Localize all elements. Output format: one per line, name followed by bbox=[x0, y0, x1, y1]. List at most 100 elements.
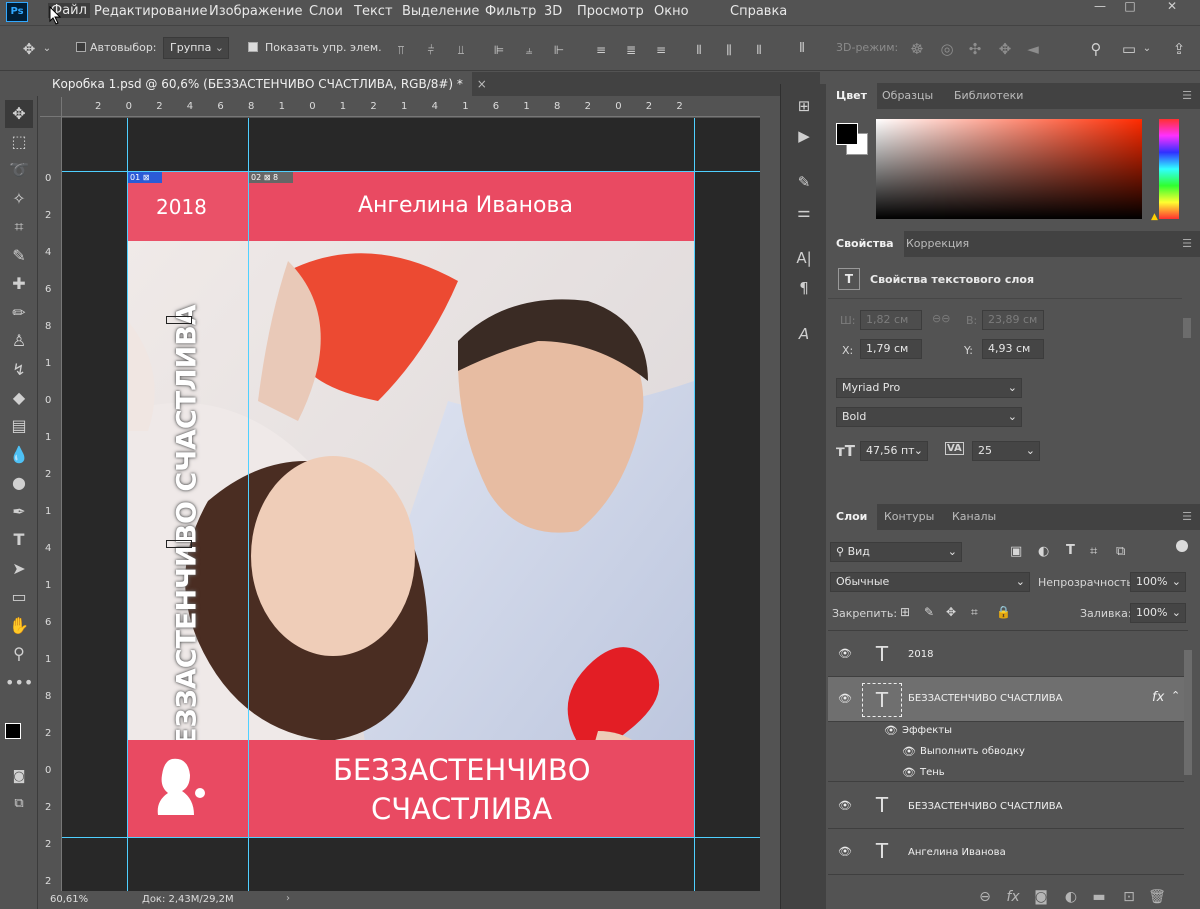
new-layer-icon[interactable]: ⊡ bbox=[1118, 885, 1140, 909]
layer-row-selected[interactable]: 👁 T БЕЗЗАСТЕНЧИВО СЧАСТЛИВА fx ⌃ bbox=[828, 677, 1184, 722]
tab-channels[interactable]: Каналы bbox=[942, 504, 1006, 530]
slide-3d-icon[interactable]: ✥ bbox=[994, 38, 1016, 60]
autoselect-checkbox[interactable] bbox=[76, 42, 86, 52]
color-foreground-swatch[interactable] bbox=[836, 123, 858, 145]
menu-window[interactable]: Окно bbox=[654, 4, 689, 19]
brush-tool-icon[interactable]: ✏ bbox=[5, 299, 33, 327]
tab-layers[interactable]: Слои bbox=[826, 504, 878, 530]
guide-horizontal-top[interactable] bbox=[62, 171, 760, 172]
hand-tool-icon[interactable]: ✋ bbox=[5, 612, 33, 640]
fx-icon[interactable]: fx bbox=[1152, 690, 1164, 705]
link-icon[interactable]: ⊖⊖ bbox=[932, 312, 950, 325]
align-hcenter-icon[interactable]: ⫨ bbox=[518, 39, 540, 61]
menu-3d[interactable]: 3D bbox=[544, 4, 562, 19]
collapse-effects-icon[interactable]: ⌃ bbox=[1171, 689, 1180, 702]
ruler-left[interactable]: 024681012141618202224 bbox=[40, 117, 62, 891]
maximize-button[interactable]: □ bbox=[1112, 0, 1148, 16]
width-field[interactable]: 1,82 см bbox=[860, 310, 922, 330]
distribute-bottom-icon[interactable]: ≡ bbox=[650, 39, 672, 61]
filter-pixel-icon[interactable]: ▣ bbox=[1010, 544, 1022, 559]
layer-filter-dropdown[interactable]: ⚲ Вид ⌄ bbox=[830, 542, 962, 562]
status-arrow-icon[interactable]: › bbox=[286, 893, 290, 904]
properties-scrollbar[interactable] bbox=[1183, 318, 1191, 338]
stamp-tool-icon[interactable]: ♙ bbox=[5, 327, 33, 355]
blend-mode-dropdown[interactable]: Обычные ⌄ bbox=[830, 572, 1030, 592]
align-bottom-icon[interactable]: ⫫ bbox=[450, 39, 472, 61]
tab-libraries[interactable]: Библиотеки bbox=[944, 83, 1033, 109]
menu-help[interactable]: Справка bbox=[730, 4, 787, 19]
new-adjustment-icon[interactable]: ◐ bbox=[1060, 885, 1082, 909]
add-mask-icon[interactable]: ◙ bbox=[1030, 885, 1052, 909]
history-panel-icon[interactable]: ⊞ bbox=[792, 94, 816, 118]
tracking-field[interactable]: 25 ⌄ bbox=[972, 441, 1040, 461]
more-tools-icon[interactable]: ••• bbox=[5, 669, 33, 697]
tab-adjustments[interactable]: Коррекция bbox=[896, 231, 979, 257]
add-style-icon[interactable]: fx bbox=[1002, 885, 1024, 909]
scale-3d-icon[interactable]: ◄ bbox=[1022, 38, 1044, 60]
tab-color[interactable]: Цвет bbox=[826, 83, 878, 109]
workspace-chevron-icon[interactable]: ⌄ bbox=[1140, 38, 1154, 60]
color-field[interactable] bbox=[876, 119, 1142, 219]
type-tool-icon[interactable]: T bbox=[5, 526, 33, 554]
eraser-tool-icon[interactable]: ◆ bbox=[5, 384, 33, 412]
tab-paths[interactable]: Контуры bbox=[874, 504, 944, 530]
healing-brush-icon[interactable]: ✚ bbox=[5, 270, 33, 298]
history-brush-icon[interactable]: ↯ bbox=[5, 356, 33, 384]
autoselect-dropdown[interactable]: Группа ⌄ bbox=[163, 37, 229, 59]
transform-handle-top[interactable] bbox=[166, 316, 192, 324]
effect-shadow[interactable]: Тень bbox=[920, 767, 945, 778]
pen-tool-icon[interactable]: ✒ bbox=[5, 498, 33, 526]
workspace-icon[interactable]: ▭ bbox=[1118, 38, 1140, 60]
zoom-level[interactable]: 60,61% bbox=[50, 894, 88, 905]
ruler-corner[interactable] bbox=[40, 97, 62, 117]
menu-type[interactable]: Текст bbox=[354, 4, 393, 19]
menu-view[interactable]: Просмотр bbox=[577, 4, 644, 19]
tab-properties[interactable]: Свойства bbox=[826, 231, 904, 257]
distribute-top-icon[interactable]: ≡ bbox=[590, 39, 612, 61]
distribute-vcenter-icon[interactable]: ≣ bbox=[620, 39, 642, 61]
pan-3d-icon[interactable]: ✣ bbox=[964, 38, 986, 60]
path-select-icon[interactable]: ➤ bbox=[5, 555, 33, 583]
glyphs-panel-icon[interactable]: A bbox=[792, 322, 816, 346]
distribute-hcenter-icon[interactable]: ⫼ bbox=[718, 39, 740, 61]
canvas-area[interactable]: 2018 Ангелина Иванова БЕЗЗАСТЕНЧИВО СЧАС… bbox=[62, 118, 760, 891]
transform-handle-middle[interactable] bbox=[166, 540, 192, 548]
y-field[interactable]: 4,93 см bbox=[982, 339, 1044, 359]
distribute-right-icon[interactable]: ⦀ bbox=[748, 39, 770, 61]
menu-filter[interactable]: Фильтр bbox=[485, 4, 536, 19]
lock-position-icon[interactable]: ✥ bbox=[946, 605, 956, 619]
height-field[interactable]: 23,89 см bbox=[982, 310, 1044, 330]
font-family-dropdown[interactable]: Myriad Pro ⌄ bbox=[836, 378, 1022, 398]
filter-toggle[interactable] bbox=[1176, 540, 1188, 552]
rectangle-tool-icon[interactable]: ▭ bbox=[5, 583, 33, 611]
close-window-button[interactable]: ✕ bbox=[1154, 0, 1190, 16]
menu-edit[interactable]: Редактирование bbox=[94, 4, 207, 19]
layer-row[interactable]: 👁 T 2018 bbox=[828, 633, 1184, 677]
filter-adjustment-icon[interactable]: ◐ bbox=[1038, 544, 1049, 559]
paragraph-panel-icon[interactable]: ¶ bbox=[792, 276, 816, 300]
effects-eye-icon[interactable]: 👁 bbox=[882, 724, 900, 737]
filter-smart-object-icon[interactable]: ⧉ bbox=[1116, 544, 1125, 559]
brush-settings-icon[interactable]: ✎ bbox=[792, 170, 816, 194]
dodge-tool-icon[interactable]: ● bbox=[5, 469, 33, 497]
cover-document[interactable]: 2018 Ангелина Иванова БЕЗЗАСТЕНЧИВО СЧАС… bbox=[128, 171, 694, 837]
search-icon[interactable]: ⚲ bbox=[1085, 38, 1107, 60]
layer-row[interactable]: 👁 T Ангелина Иванова bbox=[828, 830, 1184, 875]
menu-layers[interactable]: Слои bbox=[309, 4, 343, 19]
visibility-eye-icon[interactable]: 👁 bbox=[836, 845, 854, 858]
show-transform-checkbox[interactable] bbox=[248, 42, 258, 52]
cover-year[interactable]: 2018 bbox=[156, 195, 207, 219]
opacity-field[interactable]: 100% ⌄ bbox=[1130, 572, 1186, 592]
shadow-eye-icon[interactable]: 👁 bbox=[900, 766, 918, 779]
guide-vertical-middle[interactable] bbox=[248, 118, 249, 891]
ruler-top[interactable]: 20246810121416182022 bbox=[62, 97, 760, 117]
link-layers-icon[interactable]: ⊖ bbox=[974, 885, 996, 909]
character-panel-icon[interactable]: A| bbox=[792, 246, 816, 270]
delete-layer-icon[interactable]: 🗑 bbox=[1146, 885, 1168, 909]
lock-artboard-icon[interactable]: ⌗ bbox=[971, 605, 978, 620]
visibility-eye-icon[interactable]: 👁 bbox=[836, 647, 854, 660]
foreground-color-swatch[interactable] bbox=[5, 723, 21, 739]
roll-3d-icon[interactable]: ◎ bbox=[936, 38, 958, 60]
chevron-down-icon[interactable]: ⌄ bbox=[40, 38, 54, 60]
lasso-tool-icon[interactable]: ➰ bbox=[5, 156, 33, 184]
